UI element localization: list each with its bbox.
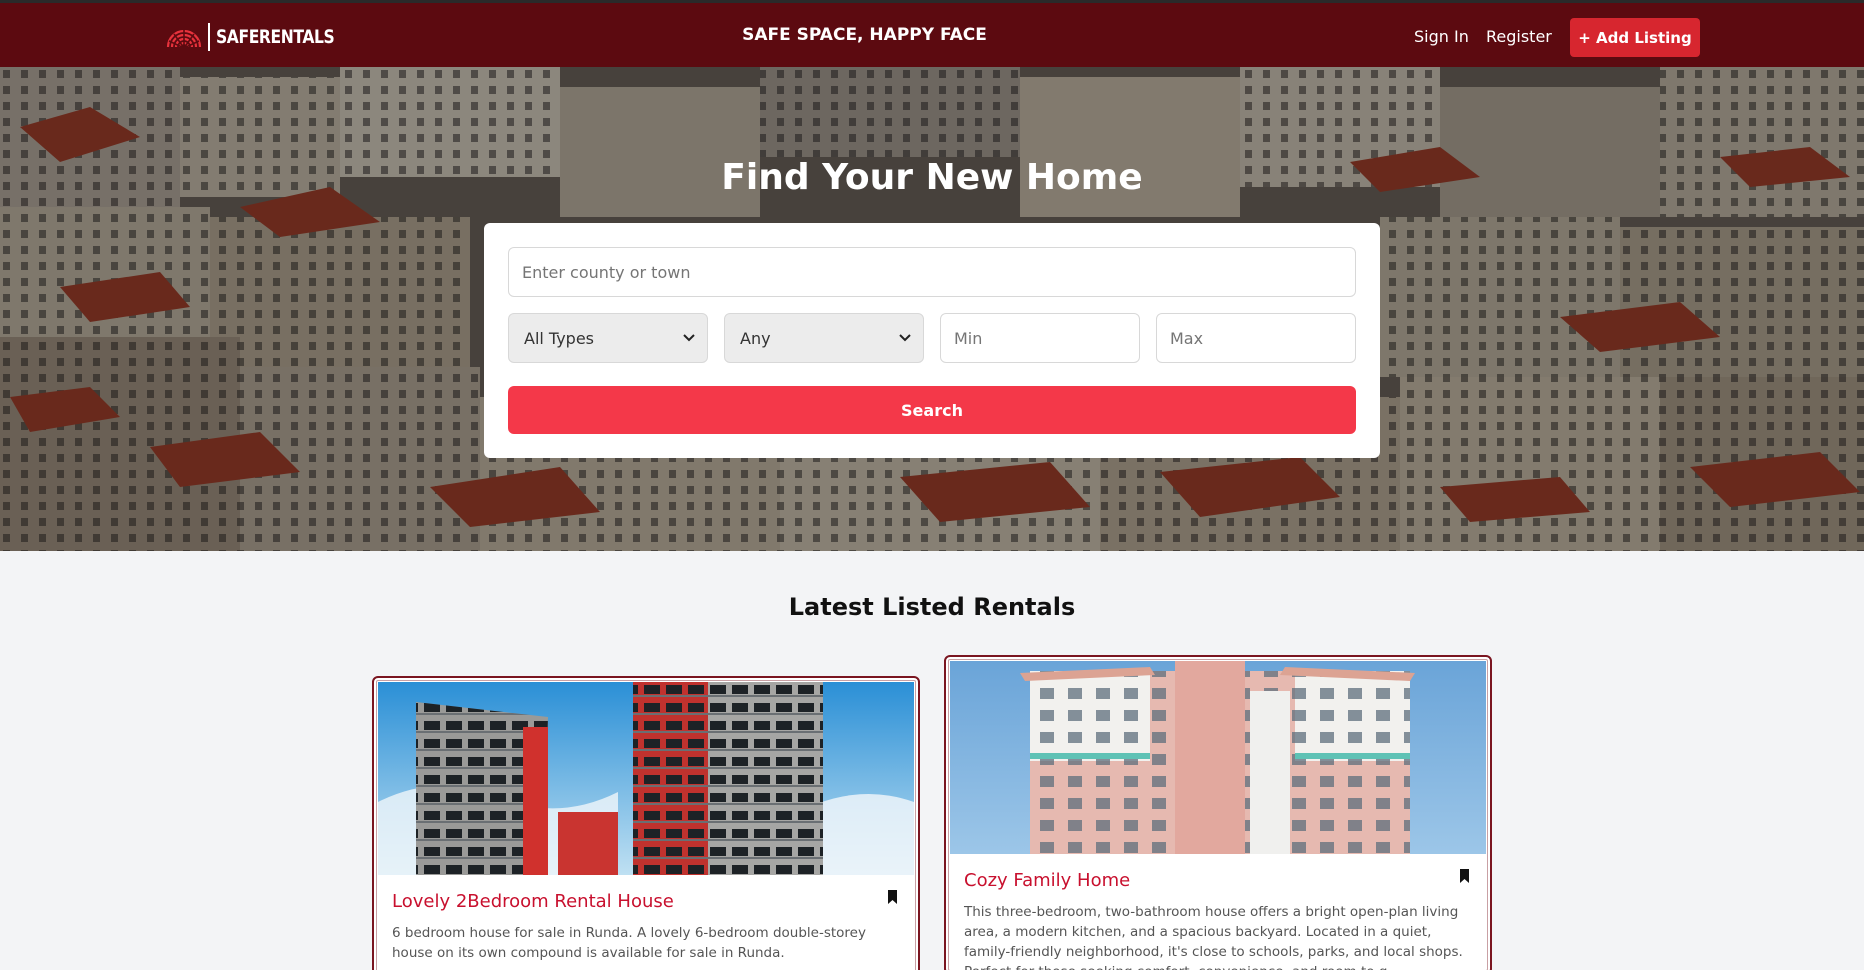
bedrooms-select[interactable]: Any <box>724 313 924 363</box>
sign-in-link[interactable]: Sign In <box>1414 27 1469 46</box>
latest-rentals-heading: Latest Listed Rentals <box>788 593 1076 621</box>
property-type-select[interactable]: All Types <box>508 313 708 363</box>
listing-title[interactable]: Cozy Family Home <box>964 870 1130 891</box>
add-listing-button[interactable]: + Add Listing <box>1570 18 1700 57</box>
register-link[interactable]: Register <box>1486 27 1552 46</box>
listing-description: 6 bedroom house for sale in Runda. A lov… <box>392 925 866 961</box>
listing-card[interactable]: Lovely 2Bedroom Rental House 6 bedroom h… <box>372 676 920 970</box>
listing-image <box>950 661 1486 854</box>
listing-description: This three-bedroom, two-bathroom house o… <box>964 904 1463 970</box>
search-form: All Types Any Search <box>484 223 1380 458</box>
property-type-value: All Types <box>524 328 595 348</box>
listing-image <box>378 682 914 875</box>
hero-title: Find Your New Home <box>721 157 1143 198</box>
chevron-down-icon <box>899 334 911 342</box>
hero-section: Find Your New Home All Types Any Search <box>0 67 1864 551</box>
listing-title[interactable]: Lovely 2Bedroom Rental House <box>392 891 674 912</box>
bookmark-icon[interactable] <box>1459 869 1470 883</box>
bookmark-icon[interactable] <box>887 890 898 904</box>
bedrooms-value: Any <box>740 328 771 348</box>
listing-card[interactable]: Cozy Family Home This three-bedroom, two… <box>944 655 1492 970</box>
chevron-down-icon <box>683 334 695 342</box>
location-search-input[interactable] <box>508 247 1356 297</box>
search-button[interactable]: Search <box>508 386 1356 434</box>
min-price-input[interactable] <box>940 313 1140 363</box>
max-price-input[interactable] <box>1156 313 1356 363</box>
tagline: SAFE SPACE, HAPPY FACE <box>742 25 987 45</box>
navbar: SAFERENTALS SAFE SPACE, HAPPY FACE Sign … <box>0 0 1864 67</box>
